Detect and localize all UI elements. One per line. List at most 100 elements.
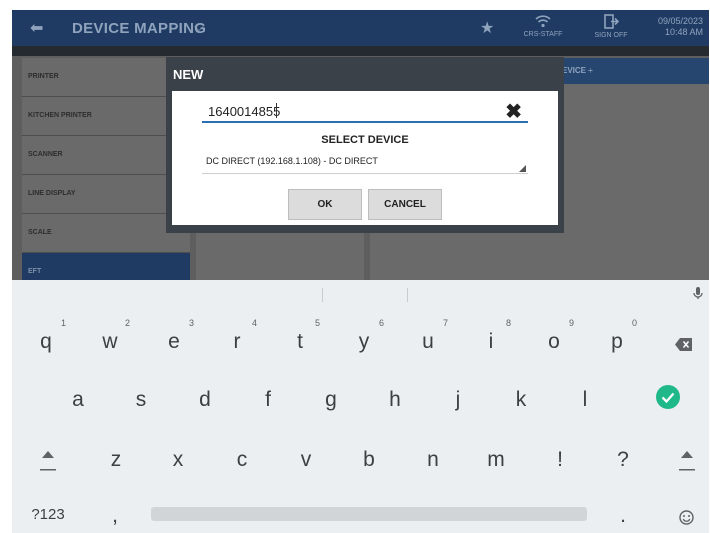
key-label: w <box>102 330 118 353</box>
selected-device: DC DIRECT (192.168.1.108) - DC DIRECT <box>206 156 378 166</box>
key-period[interactable]: . <box>616 504 630 528</box>
top-bar: ⬅ DEVICE MAPPING ⌵ ★ CRS-STAFF SIGN OFF … <box>12 10 709 46</box>
backspace-key[interactable] <box>673 333 695 357</box>
key-j[interactable]: j <box>448 388 468 412</box>
key-exclamation[interactable]: ! <box>550 448 570 472</box>
key-y[interactable]: y6 <box>354 318 384 354</box>
key-w[interactable]: w2 <box>100 318 130 354</box>
key-i[interactable]: i8 <box>481 318 511 354</box>
sidebar-item-kitchen-printer[interactable]: KITCHEN PRINTER <box>22 97 190 136</box>
key-number: 5 <box>314 318 320 328</box>
shift-key-left[interactable] <box>37 448 59 478</box>
key-f[interactable]: f <box>258 388 278 412</box>
date-text: 09/05/2023 <box>657 16 703 26</box>
key-label: r <box>233 330 241 353</box>
symbols-key[interactable]: ?123 <box>26 506 70 523</box>
suggestion-bar <box>12 280 709 310</box>
ok-button[interactable]: OK <box>288 189 362 220</box>
backspace-icon <box>675 338 692 351</box>
key-comma[interactable]: , <box>108 504 122 528</box>
key-number: 9 <box>568 318 574 328</box>
key-label: y <box>358 330 370 353</box>
suggestion-divider <box>407 288 408 302</box>
key-label: o <box>548 330 560 353</box>
key-t[interactable]: t5 <box>290 318 320 354</box>
on-screen-keyboard: q1 w2 e3 r4 t5 y6 u7 i8 o9 p0 a s d f g … <box>12 280 709 533</box>
key-o[interactable]: o9 <box>544 318 574 354</box>
text-cursor <box>276 103 277 118</box>
key-m[interactable]: m <box>484 448 508 472</box>
sidebar-item-eft[interactable]: EFT <box>22 253 190 280</box>
space-key[interactable] <box>151 507 587 521</box>
key-v[interactable]: v <box>296 448 316 472</box>
device-id-value: 1640014855 <box>208 104 281 119</box>
key-u[interactable]: u7 <box>418 318 448 354</box>
key-g[interactable]: g <box>321 388 341 412</box>
wifi-icon <box>518 14 568 31</box>
key-number: 0 <box>631 318 637 328</box>
key-q[interactable]: q1 <box>36 318 66 354</box>
enter-key[interactable] <box>655 385 681 415</box>
key-h[interactable]: h <box>385 388 405 412</box>
date-time: 09/05/2023 10:48 AM <box>658 16 703 38</box>
key-number: 1 <box>60 318 66 328</box>
cancel-button[interactable]: CANCEL <box>368 189 442 220</box>
staff-button[interactable]: CRS-STAFF <box>518 14 568 38</box>
shift-icon <box>679 451 695 471</box>
sign-off-icon <box>586 14 636 32</box>
dialog-title: NEW <box>173 67 204 82</box>
select-device-label: SELECT DEVICE <box>321 134 409 146</box>
sign-off-label: SIGN OFF <box>594 32 628 39</box>
star-icon[interactable]: ★ <box>480 18 494 38</box>
key-c[interactable]: c <box>232 448 252 472</box>
check-icon <box>656 385 680 409</box>
key-e[interactable]: e3 <box>164 318 194 354</box>
key-n[interactable]: n <box>423 448 443 472</box>
suggestion-divider <box>322 288 323 302</box>
toolbar-band <box>12 46 709 56</box>
key-number: 3 <box>188 318 194 328</box>
sidebar-item-line-display[interactable]: LINE DISPLAY <box>22 175 190 214</box>
key-label: p <box>611 330 623 353</box>
key-a[interactable]: a <box>68 388 88 412</box>
new-device-dialog: NEW 1640014855 ✖ SELECT DEVICE DC DIRECT… <box>166 57 564 233</box>
sign-off-button[interactable]: SIGN OFF <box>586 14 636 39</box>
shift-key-right[interactable] <box>676 448 698 478</box>
key-number: 4 <box>251 318 257 328</box>
key-r[interactable]: r4 <box>227 318 258 354</box>
page-title[interactable]: DEVICE MAPPING <box>72 20 206 37</box>
key-l[interactable]: l <box>575 388 595 412</box>
key-label: u <box>422 330 434 353</box>
key-k[interactable]: k <box>511 388 531 412</box>
key-label: i <box>488 330 494 353</box>
key-x[interactable]: x <box>168 448 188 472</box>
key-number: 8 <box>505 318 511 328</box>
dialog-body: 1640014855 ✖ SELECT DEVICE DC DIRECT (19… <box>172 91 558 225</box>
microphone-icon[interactable] <box>693 286 703 303</box>
device-id-input[interactable]: 1640014855 ✖ <box>202 101 528 123</box>
key-question[interactable]: ? <box>613 448 633 472</box>
time-text: 10:48 AM <box>664 27 703 37</box>
key-s[interactable]: s <box>131 388 151 412</box>
dropdown-icon <box>519 165 526 172</box>
key-label: e <box>168 330 180 353</box>
clear-input-icon[interactable]: ✖ <box>505 99 522 124</box>
key-z[interactable]: z <box>106 448 126 472</box>
chevron-down-icon[interactable]: ⌵ <box>194 19 204 35</box>
sidebar-item-scanner[interactable]: SCANNER <box>22 136 190 175</box>
key-b[interactable]: b <box>359 448 379 472</box>
key-p[interactable]: p0 <box>607 318 637 354</box>
key-number: 6 <box>378 318 384 328</box>
key-label: t <box>297 330 303 353</box>
shift-icon <box>40 451 56 471</box>
key-number: 7 <box>442 318 448 328</box>
device-select[interactable]: DC DIRECT (192.168.1.108) - DC DIRECT <box>202 153 528 174</box>
sidebar-item-scale[interactable]: SCALE <box>22 214 190 253</box>
emoji-icon <box>678 510 694 525</box>
staff-label: CRS-STAFF <box>523 31 563 38</box>
back-arrow-icon[interactable]: ⬅ <box>30 18 43 38</box>
device-type-list: PRINTER KITCHEN PRINTER SCANNER LINE DIS… <box>22 58 190 280</box>
emoji-key[interactable] <box>677 507 695 531</box>
sidebar-item-printer[interactable]: PRINTER <box>22 58 190 97</box>
key-d[interactable]: d <box>195 388 215 412</box>
